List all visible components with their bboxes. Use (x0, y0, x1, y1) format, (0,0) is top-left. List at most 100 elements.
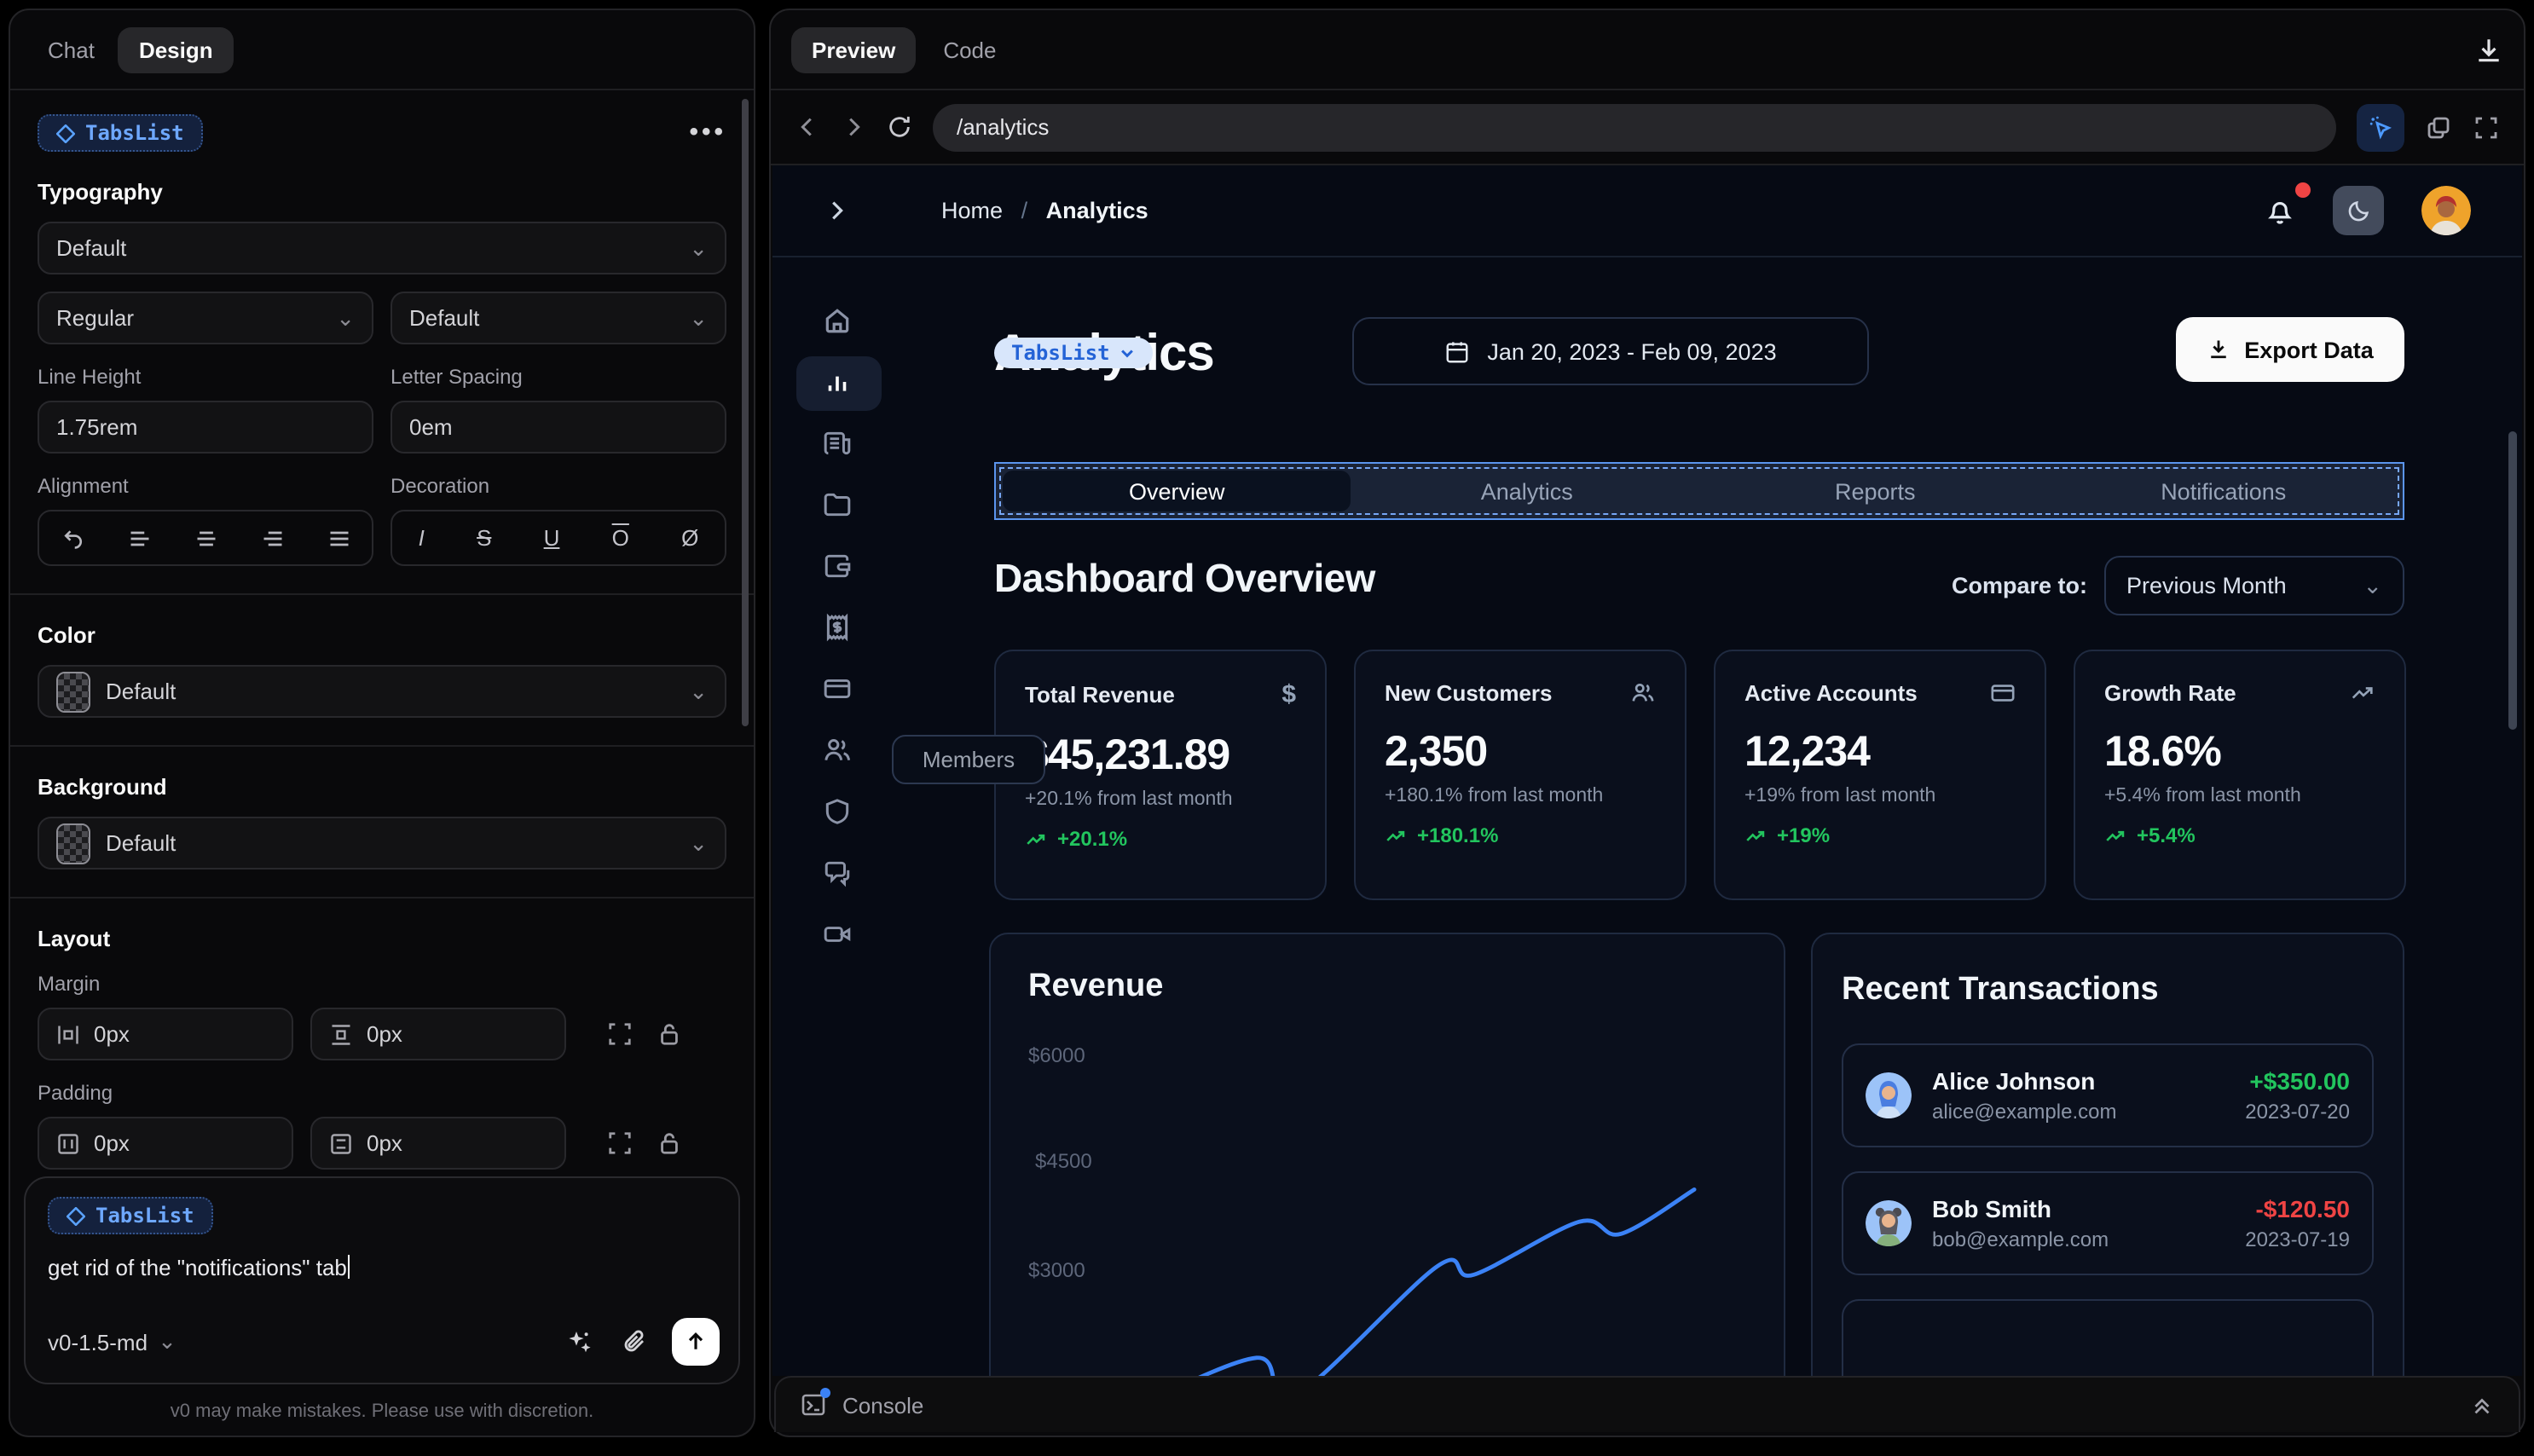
chevron-down-icon (1120, 350, 1133, 358)
no-decoration-icon[interactable]: Ø (681, 525, 698, 551)
sidebar-item-analytics[interactable] (823, 367, 852, 396)
composer-input[interactable]: get rid of the "notifications" tab (48, 1255, 716, 1280)
selected-element-overlay-chip[interactable]: TabsList (994, 338, 1153, 368)
transaction-row[interactable]: Bob Smith bob@example.com -$120.50 2023-… (1842, 1171, 2374, 1275)
expand-icon[interactable] (607, 1130, 633, 1156)
tab-design[interactable]: Design (118, 26, 234, 72)
transaction-row-cutoff[interactable] (1842, 1299, 2374, 1376)
undo-icon[interactable] (61, 526, 84, 550)
italic-icon[interactable]: I (419, 525, 425, 551)
align-right-icon[interactable] (260, 526, 284, 550)
trend-up-icon (1386, 829, 1405, 841)
overline-icon[interactable]: O (612, 525, 629, 551)
app-header: Home / Analytics (772, 165, 2522, 257)
line-height-input[interactable]: 1.75rem (38, 401, 373, 454)
sparkles-icon[interactable] (566, 1328, 593, 1355)
stat-value: $45,231.89 (1025, 731, 1230, 779)
credit-card-icon (1991, 685, 2015, 702)
back-icon[interactable] (795, 114, 820, 140)
notifications-bell[interactable] (2265, 182, 2311, 226)
date-range-picker[interactable]: Jan 20, 2023 - Feb 09, 2023 (1352, 317, 1869, 385)
design-mode-cursor-button[interactable] (2357, 103, 2404, 151)
theme-toggle-button[interactable] (2333, 186, 2384, 235)
tab-analytics[interactable]: Analytics (1353, 469, 1702, 513)
send-button[interactable] (672, 1318, 720, 1366)
lock-icon[interactable] (657, 1130, 682, 1156)
expand-icon[interactable] (607, 1021, 633, 1047)
tab-preview[interactable]: Preview (791, 26, 917, 72)
paperclip-icon[interactable] (621, 1328, 648, 1355)
calendar-icon (1446, 341, 1468, 362)
font-size-select[interactable]: Default ⌄ (391, 292, 726, 344)
text-caret (348, 1255, 350, 1279)
sidebar-item-cards[interactable] (823, 674, 852, 703)
stat-value: 18.6% (2104, 728, 2222, 776)
tab-code[interactable]: Code (929, 26, 1010, 72)
lock-icon[interactable] (657, 1021, 682, 1047)
chevrons-up-icon[interactable] (2469, 1392, 2495, 1418)
font-weight-select[interactable]: Regular ⌄ (38, 292, 373, 344)
sidebar-item-messages[interactable] (823, 858, 852, 887)
forward-icon[interactable] (841, 114, 866, 140)
margin-y-input[interactable]: 0px (310, 1008, 566, 1060)
sidebar-item-wallet[interactable] (823, 552, 852, 581)
chat-composer[interactable]: TabsList get rid of the "notifications" … (24, 1176, 740, 1384)
design-panel-body: TabsList ••• Typography Default ⌄ Regula… (10, 90, 754, 1436)
font-family-select[interactable]: Default ⌄ (38, 222, 726, 274)
download-icon[interactable] (2474, 35, 2503, 64)
breadcrumb-home[interactable]: Home (941, 198, 1003, 223)
trend-up-icon (1027, 833, 1045, 844)
tab-overview[interactable]: Overview (1003, 471, 1351, 511)
sidebar-item-security[interactable] (823, 797, 852, 826)
design-panel: Chat Design TabsList ••• Typography Defa… (9, 9, 755, 1437)
sidebar-expand-icon[interactable] (824, 198, 849, 223)
sidebar-item-news[interactable] (823, 429, 852, 458)
user-avatar[interactable] (2421, 186, 2471, 235)
divider (10, 745, 754, 747)
viewport-scrollbar[interactable] (2508, 431, 2517, 730)
sidebar-item-files[interactable] (823, 490, 852, 519)
transaction-row[interactable]: Alice Johnson alice@example.com +$350.00… (1842, 1043, 2374, 1147)
selected-element-chip[interactable]: TabsList (38, 114, 203, 152)
sidebar-item-home[interactable] (823, 306, 852, 335)
padding-x-input[interactable]: 0px (38, 1117, 293, 1170)
copy-window-icon[interactable] (2425, 113, 2452, 141)
chevron-down-icon: ⌄ (689, 304, 708, 330)
composer-context-chip[interactable]: TabsList (48, 1197, 213, 1234)
tab-notifications[interactable]: Notifications (2050, 469, 2398, 513)
color-select[interactable]: Default ⌄ (38, 665, 726, 718)
dollar-sign-icon: $ (1281, 680, 1296, 709)
bell-icon (2268, 201, 2292, 223)
model-select[interactable]: v0-1.5-md ⌄ (48, 1328, 176, 1355)
margin-x-input[interactable]: 0px (38, 1008, 293, 1060)
stat-value: 2,350 (1385, 728, 1488, 776)
fullscreen-icon[interactable] (2473, 113, 2500, 141)
sidebar-item-members[interactable] (823, 736, 852, 765)
left-panel-scrollbar[interactable] (742, 99, 749, 726)
compare-select[interactable]: Previous Month ⌄ (2104, 556, 2404, 615)
align-justify-icon[interactable] (327, 526, 350, 550)
color-heading: Color (38, 622, 95, 648)
decoration-label: Decoration (391, 474, 490, 498)
underline-icon[interactable]: U (544, 525, 560, 551)
sidebar-item-video[interactable] (823, 920, 852, 949)
background-select[interactable]: Default ⌄ (38, 817, 726, 870)
sidebar-item-invoices[interactable] (823, 613, 852, 642)
background-heading: Background (38, 774, 167, 800)
tab-chat[interactable]: Chat (34, 26, 108, 72)
console-icon (800, 1388, 830, 1418)
more-options-icon[interactable]: ••• (689, 119, 726, 145)
tab-reports[interactable]: Reports (1701, 469, 2050, 513)
preview-toolbar: /analytics (771, 90, 2524, 165)
refresh-icon[interactable] (887, 114, 912, 140)
chevron-down-icon: ⌄ (2363, 572, 2382, 598)
strikethrough-icon[interactable]: S (477, 525, 491, 551)
align-left-icon[interactable] (127, 526, 151, 550)
console-bar[interactable]: Console (774, 1376, 2520, 1432)
padding-y-input[interactable]: 0px (310, 1117, 566, 1170)
align-center-icon[interactable] (194, 526, 217, 550)
url-input[interactable]: /analytics (933, 103, 2336, 151)
pointer-sparkle-icon (2369, 115, 2392, 139)
letter-spacing-input[interactable]: 0em (391, 401, 726, 454)
export-data-button[interactable]: Export Data (2176, 317, 2404, 382)
